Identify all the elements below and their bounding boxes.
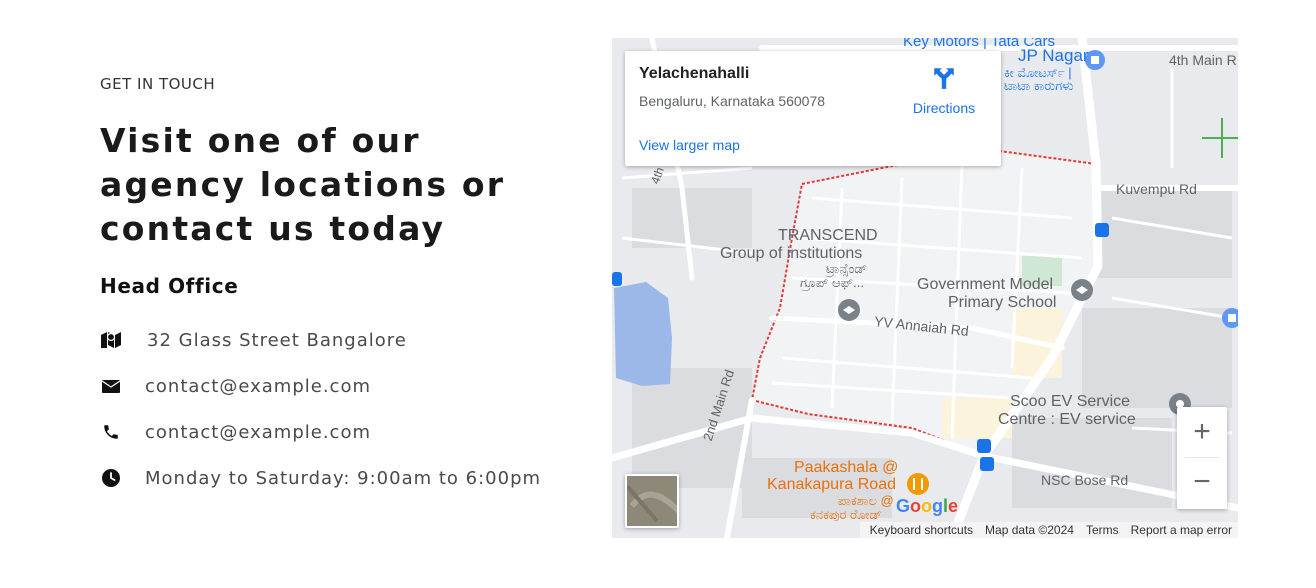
- map-label: ಗ್ರೂಪ್ ಆಫ್...: [800, 275, 865, 290]
- clock-icon: [100, 467, 122, 489]
- email-text[interactable]: contact@example.com: [145, 376, 371, 397]
- office-title: Head Office: [100, 274, 239, 298]
- zoom-out-button[interactable]: −: [1177, 457, 1227, 507]
- hours-row: Monday to Saturday: 9:00am to 6:00pm: [100, 466, 540, 490]
- section-eyebrow: GET IN TOUCH: [100, 75, 216, 93]
- map-label: Scoo EV Service: [1010, 393, 1131, 410]
- map-label: ಟಾಟಾ ಕಾರುಗಳು: [1004, 78, 1074, 93]
- zoom-in-button[interactable]: +: [1177, 407, 1227, 457]
- map-label: Paakashala @: [794, 459, 899, 476]
- phone-text[interactable]: contact@example.com: [145, 422, 371, 443]
- phone-icon: [100, 421, 122, 443]
- map-label: NSC Bose Rd: [1041, 472, 1129, 488]
- map-label: Kuvempu Rd: [1116, 181, 1197, 197]
- map-embed[interactable]: Key Motors | Tata Cars JP Nagar ಕೀ ಮೋಟರ್…: [612, 38, 1238, 538]
- place-address: Bengaluru, Karnataka 560078: [639, 93, 826, 109]
- school-pin-icon: [838, 299, 860, 321]
- report-error-link[interactable]: Report a map error: [1125, 523, 1238, 537]
- map-label: 4th Main R: [1169, 52, 1237, 68]
- map-label: ಕನಕಪುರ ರೋಡ್: [810, 507, 882, 522]
- directions-button[interactable]: Directions: [909, 65, 979, 116]
- directions-label: Directions: [912, 100, 976, 116]
- map-label: Government Model: [917, 276, 1054, 293]
- map-label: Centre : EV service: [998, 411, 1136, 428]
- map-label: Primary School: [948, 294, 1057, 311]
- satellite-toggle[interactable]: [625, 474, 684, 528]
- view-larger-map-link[interactable]: View larger map: [639, 137, 740, 153]
- map-icon: [100, 329, 122, 351]
- address-text: 32 Glass Street Bangalore: [147, 329, 407, 351]
- directions-icon: [931, 68, 957, 95]
- terms-link[interactable]: Terms: [1080, 523, 1125, 537]
- map-attribution: Keyboard shortcuts Map data ©2024 Terms …: [859, 522, 1238, 538]
- zoom-controls: + −: [1177, 407, 1227, 509]
- phone-row: contact@example.com: [100, 420, 370, 444]
- map-label: TRANSCEND: [778, 227, 878, 244]
- keyboard-shortcuts-link[interactable]: Keyboard shortcuts: [864, 523, 979, 537]
- address-row: 32 Glass Street Bangalore: [100, 328, 406, 352]
- email-row: contact@example.com: [100, 374, 370, 398]
- map-label: JP Nagar: [1018, 46, 1089, 65]
- hours-text: Monday to Saturday: 9:00am to 6:00pm: [145, 467, 542, 489]
- satellite-thumbnail-icon: [625, 476, 684, 526]
- map-label: Kanakapura Road: [767, 476, 896, 493]
- google-logo: Google: [896, 496, 959, 516]
- page-title: Visit one of our agency locations or con…: [100, 121, 506, 248]
- envelope-icon: [100, 375, 122, 397]
- place-title: Yelachenahalli: [639, 65, 750, 82]
- divider: [1185, 457, 1219, 458]
- place-card: Yelachenahalli Bengaluru, Karnataka 5600…: [625, 51, 1001, 166]
- map-data-text: Map data ©2024: [985, 523, 1074, 537]
